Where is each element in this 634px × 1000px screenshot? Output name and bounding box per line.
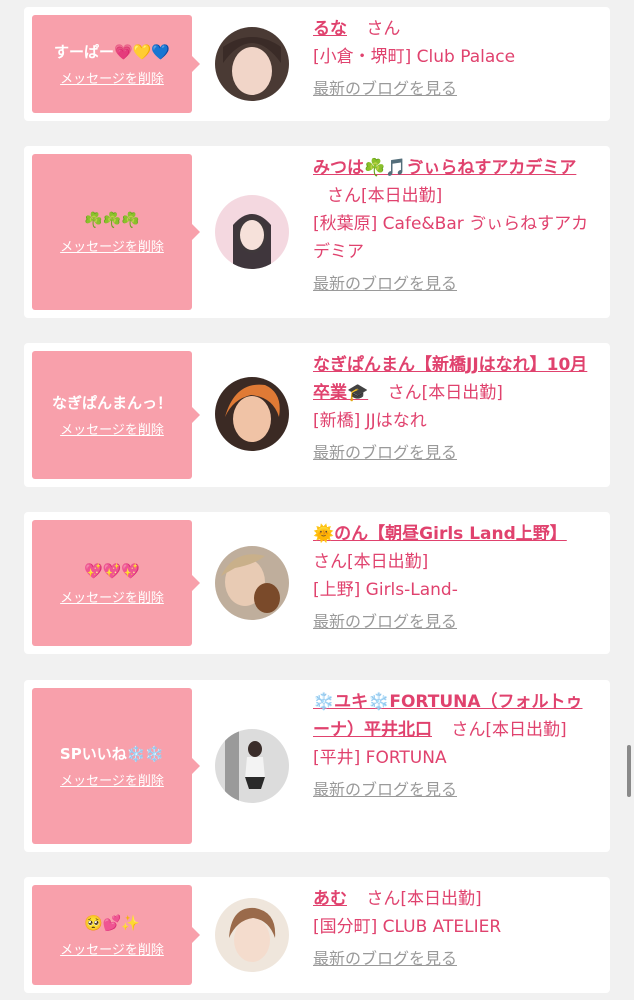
blog-link[interactable]: 最新のブログを見る — [313, 776, 597, 804]
shop-text: [上野] Girls-Land- — [313, 580, 458, 600]
message-bubble: なぎぱんまんっ！ メッセージを削除 — [32, 351, 200, 479]
message-bubble: 💖💖💖 メッセージを削除 — [32, 520, 200, 646]
delete-message-link[interactable]: メッセージを削除 — [60, 68, 164, 87]
message-bubble: 🥺💕✨ メッセージを削除 — [32, 885, 200, 985]
status-text: [本日出勤] — [485, 720, 567, 740]
avatar[interactable] — [215, 377, 289, 451]
message-card: 💖💖💖 メッセージを削除 🌞のん【朝昼Girls Land上野】 さん[本日出勤… — [24, 512, 610, 654]
delete-message-link[interactable]: メッセージを削除 — [60, 939, 164, 958]
cast-info: 🌞のん【朝昼Girls Land上野】 さん[本日出勤] [上野] Girls-… — [313, 520, 597, 636]
message-text: すーぱー💗💛💙 — [53, 42, 171, 61]
cast-name-link[interactable]: みつは☘️🎵ゔぃらねすアカデミア — [313, 158, 576, 178]
honorific: さん — [313, 552, 347, 572]
shop-text: [小倉・堺町] Club Palace — [313, 47, 516, 67]
delete-message-link[interactable]: メッセージを削除 — [60, 236, 164, 255]
delete-message-link[interactable]: メッセージを削除 — [60, 587, 164, 606]
cast-name-link[interactable]: あむ — [313, 889, 347, 909]
avatar[interactable] — [215, 729, 289, 803]
cast-name-link[interactable]: るな — [313, 19, 347, 39]
message-text: ☘️☘️☘️ — [83, 210, 141, 229]
avatar[interactable] — [215, 546, 289, 620]
cast-info: ❄️ユキ❄️FORTUNA（フォルトゥーナ）平井北口 さん[本日出勤] [平井]… — [313, 688, 597, 804]
message-card: すーぱー💗💛💙 メッセージを削除 るな さん [小倉・堺町] Club Pala… — [24, 7, 610, 121]
avatar[interactable] — [215, 898, 289, 972]
cast-info: なぎぱんまん【新橋JJはなれ】10月卒業🎓 さん[本日出勤] [新橋] JJはな… — [313, 351, 597, 467]
message-bubble: SPいいね❄️❄️ メッセージを削除 — [32, 688, 200, 844]
shop-text: [平井] FORTUNA — [313, 748, 447, 768]
avatar[interactable] — [215, 27, 289, 101]
message-text: 🥺💕✨ — [83, 913, 141, 932]
honorific: さん — [327, 186, 361, 206]
avatar[interactable] — [215, 195, 289, 269]
blog-link[interactable]: 最新のブログを見る — [313, 439, 597, 467]
cast-info: みつは☘️🎵ゔぃらねすアカデミア さん[本日出勤] [秋葉原] Cafe&Bar… — [313, 154, 597, 298]
message-card: なぎぱんまんっ！ メッセージを削除 なぎぱんまん【新橋JJはなれ】10月卒業🎓 … — [24, 343, 610, 487]
cast-info: るな さん [小倉・堺町] Club Palace 最新のブログを見る — [313, 15, 597, 103]
cast-info: あむ さん[本日出勤] [国分町] CLUB ATELIER 最新のブログを見る — [313, 885, 597, 973]
shop-text: [国分町] CLUB ATELIER — [313, 917, 502, 937]
delete-message-link[interactable]: メッセージを削除 — [60, 770, 164, 789]
message-card: 🥺💕✨ メッセージを削除 あむ さん[本日出勤] [国分町] CLUB ATEL… — [24, 877, 610, 993]
scrollbar[interactable] — [627, 745, 631, 797]
status-text: [本日出勤] — [421, 383, 503, 403]
message-bubble: すーぱー💗💛💙 メッセージを削除 — [32, 15, 200, 113]
message-text: なぎぱんまんっ！ — [51, 393, 172, 412]
blog-link[interactable]: 最新のブログを見る — [313, 945, 597, 973]
honorific: さん — [387, 383, 422, 403]
message-card: ☘️☘️☘️ メッセージを削除 みつは☘️🎵ゔぃらねすアカデミア さん[本日出勤… — [24, 146, 610, 318]
message-text: 💖💖💖 — [83, 561, 141, 580]
message-bubble: ☘️☘️☘️ メッセージを削除 — [32, 154, 200, 310]
blog-link[interactable]: 最新のブログを見る — [313, 608, 597, 636]
honorific: さん — [451, 720, 486, 740]
status-text: [本日出勤] — [400, 889, 482, 909]
cast-name-link[interactable]: 🌞のん【朝昼Girls Land上野】 — [313, 524, 567, 544]
message-text: SPいいね❄️❄️ — [59, 744, 165, 763]
blog-link[interactable]: 最新のブログを見る — [313, 270, 597, 298]
blog-link[interactable]: 最新のブログを見る — [313, 75, 597, 103]
message-card: SPいいね❄️❄️ メッセージを削除 ❄️ユキ❄️FORTUNA（フォルトゥーナ… — [24, 680, 610, 852]
status-text: [本日出勤] — [361, 186, 443, 206]
shop-text: [秋葉原] Cafe&Bar ゔぃらねすアカデミア — [313, 214, 589, 262]
honorific: さん — [366, 19, 401, 39]
shop-text: [新橋] JJはなれ — [313, 411, 427, 431]
delete-message-link[interactable]: メッセージを削除 — [60, 419, 164, 438]
honorific: さん — [366, 889, 401, 909]
status-text: [本日出勤] — [347, 552, 429, 572]
